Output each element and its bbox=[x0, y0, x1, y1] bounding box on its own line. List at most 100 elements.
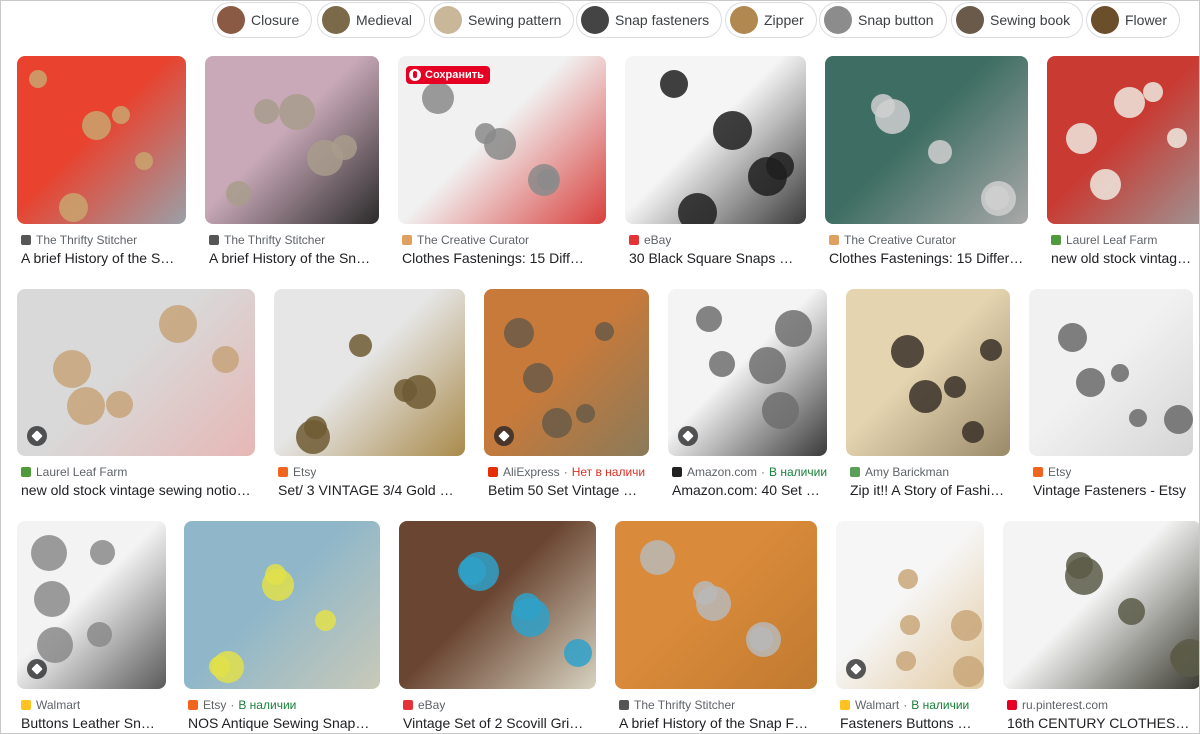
thumbnail-detail bbox=[696, 306, 722, 332]
chip-flower[interactable]: Flower bbox=[1086, 2, 1181, 38]
thumbnail-detail bbox=[29, 70, 47, 88]
thumbnail-detail bbox=[106, 391, 133, 418]
chip-thumbnail bbox=[956, 6, 984, 34]
result-source[interactable]: Etsy · В наличии bbox=[188, 697, 296, 713]
image-result-card[interactable]: Amazon.com · В наличии Amazon.com: 40 Set V… bbox=[668, 289, 827, 504]
image-result-card[interactable]: The Creative Curator Clothes Fastenings: … bbox=[825, 56, 1028, 272]
result-title[interactable]: Set/ 3 VINTAGE 3/4 Gold M… bbox=[278, 481, 458, 499]
result-title[interactable]: 30 Black Square Snaps fa… bbox=[629, 249, 797, 267]
result-source[interactable]: Laurel Leaf Farm bbox=[21, 464, 127, 480]
result-thumbnail[interactable] bbox=[17, 521, 166, 689]
thumbnail-detail bbox=[1090, 169, 1121, 200]
image-result-card[interactable]: eBay 30 Black Square Snaps fa… bbox=[625, 56, 806, 272]
result-source[interactable]: Walmart · В наличии bbox=[840, 697, 969, 713]
result-thumbnail[interactable]: Сохранить bbox=[398, 56, 606, 224]
thumbnail-detail bbox=[53, 350, 91, 388]
chip-sewing-pattern[interactable]: Sewing pattern bbox=[429, 2, 575, 38]
result-source[interactable]: Walmart bbox=[21, 697, 80, 713]
result-thumbnail[interactable] bbox=[205, 56, 379, 224]
thumbnail-detail bbox=[504, 318, 534, 348]
result-title[interactable]: Amazon.com: 40 Set V… bbox=[672, 481, 820, 499]
result-title[interactable]: A brief History of the Snap Fa… bbox=[619, 714, 811, 732]
separator-dot: · bbox=[761, 465, 766, 479]
image-result-card[interactable]: Laurel Leaf Farm new old stock vintage se… bbox=[17, 289, 255, 504]
result-thumbnail[interactable] bbox=[184, 521, 380, 689]
chip-zipper[interactable]: Zipper bbox=[725, 2, 817, 38]
image-result-card[interactable]: The Thrifty Stitcher A brief History of t… bbox=[615, 521, 817, 733]
image-result-card[interactable]: eBay Vintage Set of 2 Scovill Gripp… bbox=[399, 521, 596, 733]
result-title[interactable]: new old stock vintage sewi… bbox=[1051, 249, 1197, 267]
source-name: eBay bbox=[418, 698, 446, 712]
result-title[interactable]: Clothes Fastenings: 15 Differe… bbox=[829, 249, 1025, 267]
image-result-card[interactable]: The Thrifty Stitcher A brief History of t… bbox=[205, 56, 379, 272]
chip-thumbnail bbox=[217, 6, 245, 34]
result-title[interactable]: Zip it!! A Story of Fashio… bbox=[850, 481, 1008, 499]
result-title[interactable]: Vintage Set of 2 Scovill Gripp… bbox=[403, 714, 589, 732]
chip-closure[interactable]: Closure bbox=[212, 2, 313, 38]
result-thumbnail[interactable] bbox=[1003, 521, 1199, 689]
image-result-card[interactable]: Amy Barickman Zip it!! A Story of Fashio… bbox=[846, 289, 1010, 504]
result-title[interactable]: Buttons Leather Sna… bbox=[21, 714, 159, 732]
result-source[interactable]: The Thrifty Stitcher bbox=[209, 232, 325, 248]
result-source[interactable]: Amazon.com · В наличии bbox=[672, 464, 827, 480]
result-thumbnail[interactable] bbox=[17, 56, 186, 224]
result-source[interactable]: ru.pinterest.com bbox=[1007, 697, 1108, 713]
image-result-card[interactable]: Сохранить The Creative Curator Clothes Fas… bbox=[398, 56, 606, 272]
result-thumbnail[interactable] bbox=[615, 521, 817, 689]
result-source[interactable]: Etsy bbox=[278, 464, 316, 480]
thumbnail-detail bbox=[1143, 82, 1163, 102]
chip-sewing-book[interactable]: Sewing book bbox=[951, 2, 1084, 38]
chip-snap-fasteners[interactable]: Snap fasteners bbox=[576, 2, 723, 38]
result-source[interactable]: Laurel Leaf Farm bbox=[1051, 232, 1157, 248]
image-result-card[interactable]: ru.pinterest.com 16th CENTURY CLOTHES F… bbox=[1003, 521, 1199, 733]
source-name: Walmart bbox=[855, 698, 900, 712]
pinterest-save-button[interactable]: Сохранить bbox=[406, 66, 490, 84]
result-thumbnail[interactable] bbox=[484, 289, 649, 456]
result-title[interactable]: A brief History of the Sna… bbox=[209, 249, 375, 267]
result-source[interactable]: Amy Barickman bbox=[850, 464, 949, 480]
result-title[interactable]: 16th CENTURY CLOTHES F… bbox=[1007, 714, 1193, 732]
chip-snap-button[interactable]: Snap button bbox=[819, 2, 947, 38]
result-source[interactable]: The Creative Curator bbox=[402, 232, 529, 248]
image-result-card[interactable]: AliExpress · Нет в наличи Betim 50 Set Vint… bbox=[484, 289, 649, 504]
result-source[interactable]: Etsy bbox=[1033, 464, 1071, 480]
thumbnail-detail bbox=[678, 193, 717, 224]
chip-medieval[interactable]: Medieval bbox=[317, 2, 426, 38]
result-source[interactable]: eBay bbox=[403, 697, 445, 713]
result-thumbnail[interactable] bbox=[274, 289, 465, 456]
thumbnail-detail bbox=[1118, 598, 1145, 625]
result-thumbnail[interactable] bbox=[668, 289, 827, 456]
result-thumbnail[interactable] bbox=[825, 56, 1028, 224]
result-thumbnail[interactable] bbox=[846, 289, 1010, 456]
result-thumbnail[interactable] bbox=[399, 521, 596, 689]
result-title[interactable]: Vintage Fasteners - Etsy bbox=[1033, 481, 1193, 499]
source-name: The Thrifty Stitcher bbox=[224, 233, 326, 247]
result-source[interactable]: The Creative Curator bbox=[829, 232, 956, 248]
result-thumbnail[interactable] bbox=[1029, 289, 1193, 456]
source-name: Etsy bbox=[293, 465, 317, 479]
image-result-card[interactable]: Etsy Set/ 3 VINTAGE 3/4 Gold M… bbox=[274, 289, 465, 504]
thumbnail-detail bbox=[31, 535, 67, 571]
image-result-card[interactable]: Walmart Buttons Leather Sna… bbox=[17, 521, 166, 733]
result-source[interactable]: eBay bbox=[629, 232, 671, 248]
result-thumbnail[interactable] bbox=[1047, 56, 1199, 224]
image-result-card[interactable]: Walmart · В наличии Fasteners Buttons S… bbox=[836, 521, 984, 733]
image-result-card[interactable]: Etsy Vintage Fasteners - Etsy bbox=[1029, 289, 1193, 504]
result-source[interactable]: The Thrifty Stitcher bbox=[21, 232, 137, 248]
thumbnail-detail bbox=[513, 593, 541, 621]
chip-thumbnail bbox=[730, 6, 758, 34]
result-title[interactable]: Betim 50 Set Vintage M… bbox=[488, 481, 638, 499]
result-title[interactable]: Clothes Fastenings: 15 Differe… bbox=[402, 249, 590, 267]
image-result-card[interactable]: Etsy · В наличии NOS Antique Sewing Snaps … bbox=[184, 521, 380, 733]
result-title[interactable]: A brief History of the Sn… bbox=[21, 249, 181, 267]
result-title[interactable]: new old stock vintage sewing notion… bbox=[21, 481, 251, 499]
result-source[interactable]: The Thrifty Stitcher bbox=[619, 697, 735, 713]
image-result-card[interactable]: The Thrifty Stitcher A brief History of t… bbox=[17, 56, 186, 272]
result-source[interactable]: AliExpress · Нет в наличи bbox=[488, 464, 645, 480]
result-thumbnail[interactable] bbox=[836, 521, 984, 689]
result-title[interactable]: NOS Antique Sewing Snaps … bbox=[188, 714, 374, 732]
result-thumbnail[interactable] bbox=[625, 56, 806, 224]
result-title[interactable]: Fasteners Buttons S… bbox=[840, 714, 980, 732]
image-result-card[interactable]: Laurel Leaf Farm new old stock vintage se… bbox=[1047, 56, 1199, 272]
result-thumbnail[interactable] bbox=[17, 289, 255, 456]
